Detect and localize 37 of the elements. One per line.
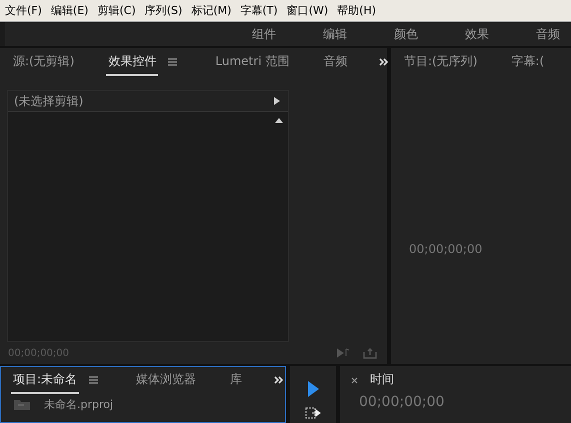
panel-tab[interactable]: 库 bbox=[228, 366, 244, 394]
panel-tab[interactable]: Lumetri 范围 bbox=[213, 48, 292, 76]
workspace-tab[interactable]: 效果 bbox=[465, 26, 489, 42]
timecode: 00;00;00;00 bbox=[358, 394, 446, 410]
play-triangle-icon[interactable] bbox=[274, 97, 280, 105]
workspace-tab[interactable]: 组件 bbox=[252, 26, 276, 42]
up-triangle-icon[interactable] bbox=[275, 118, 283, 123]
menu-item[interactable]: 编辑(E) bbox=[50, 3, 88, 18]
menu-item[interactable]: 剪辑(C) bbox=[97, 3, 136, 18]
close-icon[interactable] bbox=[351, 376, 358, 384]
menu-item[interactable]: 窗口(W) bbox=[286, 3, 328, 18]
chevrons-icon[interactable] bbox=[379, 58, 390, 66]
folder-icon bbox=[14, 399, 30, 410]
menu-item[interactable]: 帮助(H) bbox=[337, 3, 376, 18]
panel-tab[interactable]: 效果控件 bbox=[106, 48, 158, 76]
workspace-tab[interactable]: 颜色 bbox=[394, 26, 418, 42]
clip-header: (未选择剪辑) bbox=[14, 92, 84, 110]
panel-tab[interactable]: 媒体浏览器 bbox=[134, 366, 198, 394]
menu-item[interactable]: 序列(S) bbox=[144, 3, 182, 18]
menu-item[interactable]: 字幕(T) bbox=[240, 3, 278, 18]
selection-tool-icon[interactable] bbox=[307, 381, 319, 397]
menu-icon[interactable] bbox=[168, 58, 178, 66]
panel-tab[interactable]: 字幕:( bbox=[509, 48, 546, 76]
project-item[interactable]: 未命名.prproj bbox=[44, 397, 114, 412]
panel-tab[interactable]: 节目:(无序列) bbox=[402, 48, 480, 76]
timecode: 00;00;00;00 bbox=[409, 242, 482, 256]
workspace-tab[interactable]: 编辑 bbox=[323, 26, 347, 42]
menu-item[interactable]: 标记(M) bbox=[191, 3, 232, 18]
panel-tab[interactable]: 项目:未命名 bbox=[11, 366, 80, 394]
panel-tab[interactable]: 音频 bbox=[321, 48, 350, 76]
panel-tab[interactable]: 时间 bbox=[368, 366, 396, 394]
menu-icon[interactable] bbox=[89, 376, 98, 384]
track-select-icon[interactable] bbox=[305, 407, 321, 419]
menu-item[interactable]: 文件(F) bbox=[5, 3, 42, 18]
chevrons-icon[interactable] bbox=[274, 376, 284, 384]
panel-tab[interactable]: 源:(无剪辑) bbox=[11, 48, 76, 76]
workspace-tab[interactable]: 音频 bbox=[536, 26, 560, 42]
